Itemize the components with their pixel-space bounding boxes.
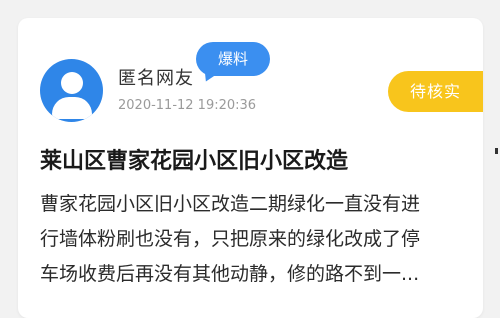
status-badge: 待核实 [388,71,483,112]
content-line: 车场收费后再没有其他动静，修的路不到一... [40,263,420,285]
content-line: 曹家花园小区旧小区改造二期绿化一直没有进 [40,193,421,215]
report-tag-badge: 爆料 [196,42,270,85]
user-avatar-icon [40,59,103,122]
author-name: 匿名网友 [118,68,194,89]
post-title[interactable]: 莱山区曹家花园小区旧小区改造 [40,143,480,175]
edge-divider [495,148,498,154]
avatar-head [61,72,83,94]
report-tag-label: 爆料 [217,50,248,68]
content-line: 行墙体粉刷也没有，只把原来的绿化改成了停 [40,228,421,250]
post-timestamp: 2020-11-12 19:20:36 [118,98,257,113]
avatar-body [52,97,92,119]
post-content[interactable]: 曹家花园小区旧小区改造二期绿化一直没有进 行墙体粉刷也没有，只把原来的绿化改成了… [40,187,460,292]
